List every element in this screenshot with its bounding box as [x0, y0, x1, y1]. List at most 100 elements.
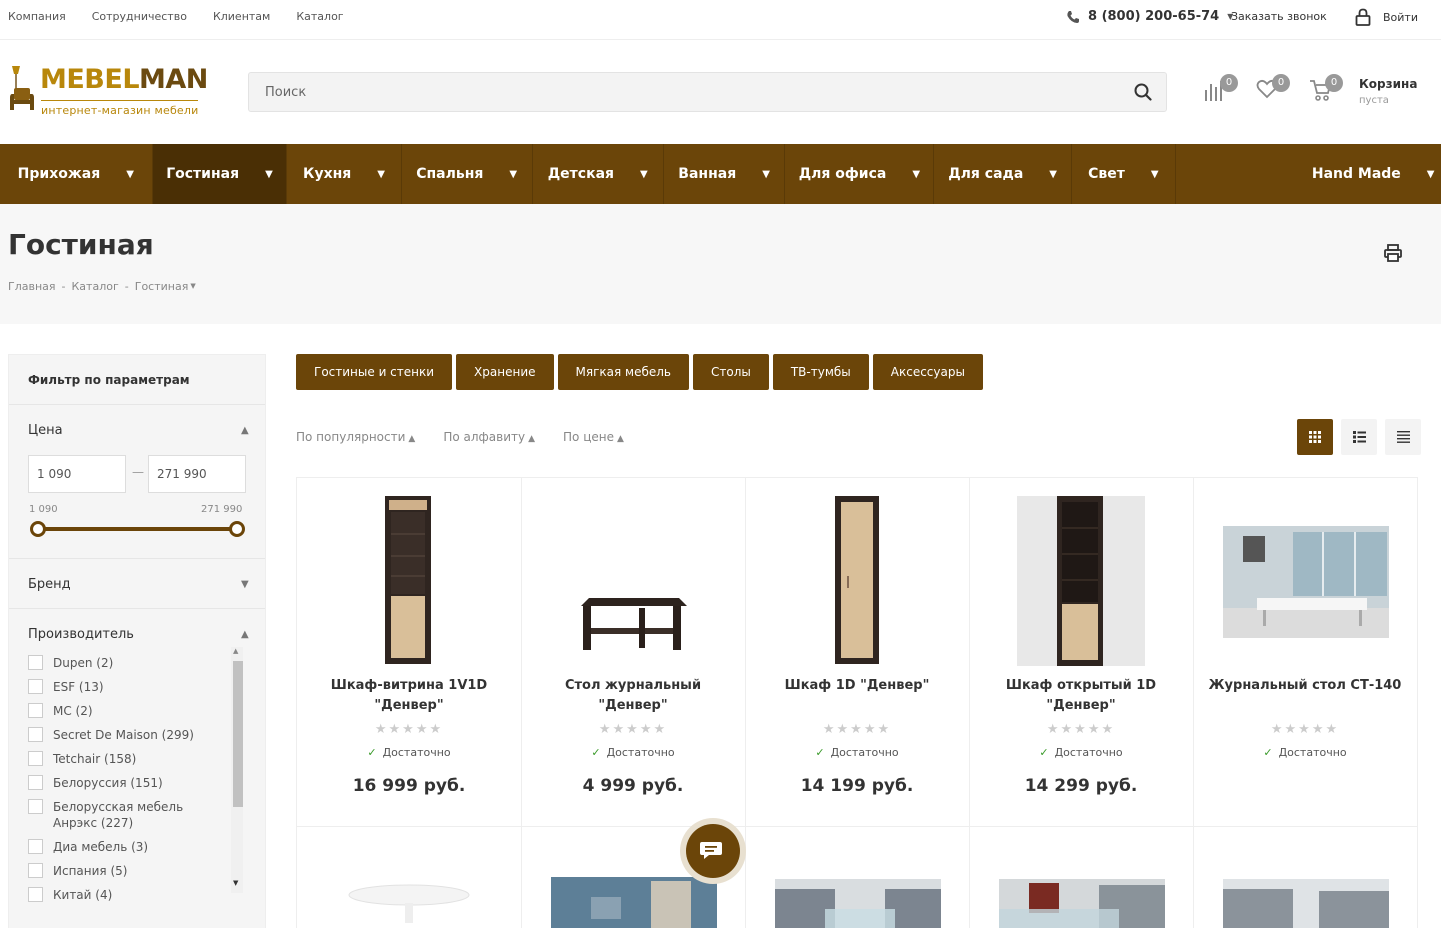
breadcrumb-home[interactable]: Главная	[8, 280, 56, 293]
price-range-min-handle[interactable]	[30, 521, 46, 537]
nav-item-living-room[interactable]: Гостиная ▼	[152, 144, 288, 204]
cart-summary[interactable]: Корзина пуста	[1359, 77, 1417, 106]
print-icon[interactable]	[1384, 244, 1402, 262]
product-card[interactable]: Стол журнальный "Денвер" ★★★★★ ✓ Достаточ…	[521, 478, 746, 827]
list-view-button[interactable]	[1341, 419, 1377, 455]
tag-upholstered[interactable]: Мягкая мебель	[557, 354, 689, 390]
site-logo[interactable]: MEBELMAN интернет-магазин мебели	[8, 64, 208, 120]
tag-accessories[interactable]: Аксессуары	[872, 354, 983, 390]
maker-option[interactable]: Dupen (2)	[28, 655, 228, 671]
maker-list-scrollbar[interactable]: ▲ ▼	[231, 647, 243, 893]
phone-block[interactable]: 8 (800) 200-65-74 ▼	[1066, 9, 1233, 24]
scrollbar-thumb[interactable]	[233, 661, 243, 807]
checkbox[interactable]	[28, 679, 43, 694]
login-button[interactable]: Войти	[1355, 8, 1418, 26]
product-image[interactable]	[551, 877, 717, 928]
compare-button[interactable]: 0	[1204, 74, 1238, 106]
product-name[interactable]: Шкаф открытый 1D "Денвер"	[969, 676, 1193, 716]
tag-living-sets[interactable]: Гостиные и стенки	[296, 354, 453, 390]
sort-by-alphabet[interactable]: По алфавиту ▲	[443, 430, 535, 444]
product-image[interactable]	[1223, 526, 1389, 638]
product-card[interactable]	[969, 827, 1194, 928]
maker-option[interactable]: Белорусская мебель Анрэкс (227)	[28, 799, 228, 831]
price-range-track[interactable]	[39, 527, 239, 531]
checkbox[interactable]	[28, 863, 43, 878]
chevron-up-icon[interactable]: ▲	[241, 425, 249, 436]
nav-item-hallway[interactable]: Прихожая ▼	[0, 144, 153, 204]
nav-item-bathroom[interactable]: Ванная ▼	[664, 144, 786, 204]
favorites-button[interactable]: 0	[1256, 74, 1290, 104]
checkbox[interactable]	[28, 775, 43, 790]
search-input[interactable]	[249, 73, 1109, 111]
grid-view-button[interactable]	[1297, 419, 1333, 455]
chevron-up-icon[interactable]: ▲	[241, 629, 249, 640]
maker-option[interactable]: MC (2)	[28, 703, 228, 719]
product-image[interactable]	[1017, 496, 1145, 666]
product-name[interactable]: Шкаф 1D "Денвер"	[745, 676, 969, 696]
nav-item-bedroom[interactable]: Спальня ▼	[402, 144, 533, 204]
checkbox[interactable]	[28, 839, 43, 854]
maker-option[interactable]: Secret De Maison (299)	[28, 727, 228, 743]
cart-button[interactable]: 0	[1309, 74, 1343, 106]
product-name[interactable]: Стол журнальный "Денвер"	[521, 676, 745, 716]
brand-filter[interactable]: Бренд ▼	[9, 559, 265, 609]
product-image[interactable]	[367, 496, 447, 666]
checkbox[interactable]	[28, 703, 43, 718]
nav-item-kids[interactable]: Детская ▼	[533, 144, 664, 204]
maker-option[interactable]: Tetchair (158)	[28, 751, 228, 767]
product-name[interactable]: Шкаф-витрина 1V1D "Денвер"	[297, 676, 521, 716]
product-card[interactable]	[1193, 827, 1418, 928]
checkbox[interactable]	[28, 799, 43, 814]
top-link-catalog[interactable]: Каталог	[296, 10, 343, 23]
checkbox[interactable]	[28, 751, 43, 766]
nav-item-hand-made[interactable]: Hand Made ▼	[1176, 144, 1441, 204]
tag-tables[interactable]: Столы	[692, 354, 769, 390]
maker-option[interactable]: ESF (13)	[28, 679, 228, 695]
product-card[interactable]: Журнальный стол СТ-140 ★★★★★ ✓ Достаточно	[1193, 478, 1418, 827]
sort-by-popularity[interactable]: По популярности ▲	[296, 430, 415, 444]
maker-option[interactable]: Диа мебель (3)	[28, 839, 228, 855]
product-image[interactable]	[775, 879, 941, 928]
maker-option[interactable]: Китай (4)	[28, 887, 228, 903]
price-range-max-handle[interactable]	[229, 521, 245, 537]
checkbox[interactable]	[28, 655, 43, 670]
chat-button[interactable]	[680, 818, 746, 884]
product-image[interactable]	[819, 496, 895, 666]
breadcrumb-catalog[interactable]: Каталог	[72, 280, 119, 293]
scroll-up-arrow-icon[interactable]: ▲	[233, 647, 238, 655]
checkbox[interactable]	[28, 887, 43, 902]
price-filter-label[interactable]: Цена	[28, 423, 63, 438]
product-image[interactable]	[569, 554, 697, 664]
checkbox[interactable]	[28, 727, 43, 742]
product-card[interactable]: Шкаф-витрина 1V1D "Денвер" ★★★★★ ✓ Достат…	[297, 478, 522, 827]
nav-item-office[interactable]: Для офиса ▼	[785, 144, 935, 204]
tag-storage[interactable]: Хранение	[456, 354, 554, 390]
price-min-input[interactable]: 1 090	[28, 455, 126, 493]
price-max-input[interactable]: 271 990	[148, 455, 246, 493]
nav-item-kitchen[interactable]: Кухня ▼	[287, 144, 402, 204]
top-link-partnership[interactable]: Сотрудничество	[92, 10, 187, 23]
product-image[interactable]	[1223, 879, 1389, 928]
maker-filter-label[interactable]: Производитель	[28, 627, 134, 642]
product-card[interactable]	[745, 827, 970, 928]
breadcrumb-caret-icon[interactable]: ▼	[190, 282, 195, 293]
sort-by-price[interactable]: По цене ▲	[563, 430, 624, 444]
search-icon[interactable]	[1134, 83, 1152, 101]
nav-item-light[interactable]: Свет ▼	[1072, 144, 1176, 204]
nav-item-garden[interactable]: Для сада ▼	[934, 144, 1072, 204]
scroll-down-arrow-icon[interactable]: ▼	[233, 879, 238, 887]
product-image[interactable]	[999, 879, 1165, 928]
tag-tv-stands[interactable]: ТВ-тумбы	[772, 354, 869, 390]
request-call-link[interactable]: Заказать звонок	[1231, 10, 1327, 23]
product-card[interactable]: Шкаф открытый 1D "Денвер" ★★★★★ ✓ Достато…	[969, 478, 1194, 827]
maker-option[interactable]: Белоруссия (151)	[28, 775, 228, 791]
product-name[interactable]: Журнальный стол СТ-140	[1193, 676, 1417, 696]
product-image[interactable]	[347, 883, 471, 923]
maker-option[interactable]: Испания (5)	[28, 863, 228, 879]
product-card[interactable]	[297, 827, 522, 928]
breadcrumb-current[interactable]: Гостиная	[135, 280, 189, 293]
phone-number[interactable]: 8 (800) 200-65-74	[1088, 9, 1219, 24]
product-card[interactable]: Шкаф 1D "Денвер" ★★★★★ ✓ Достаточно 14 19…	[745, 478, 970, 827]
top-link-clients[interactable]: Клиентам	[213, 10, 270, 23]
top-link-company[interactable]: Компания	[8, 10, 66, 23]
